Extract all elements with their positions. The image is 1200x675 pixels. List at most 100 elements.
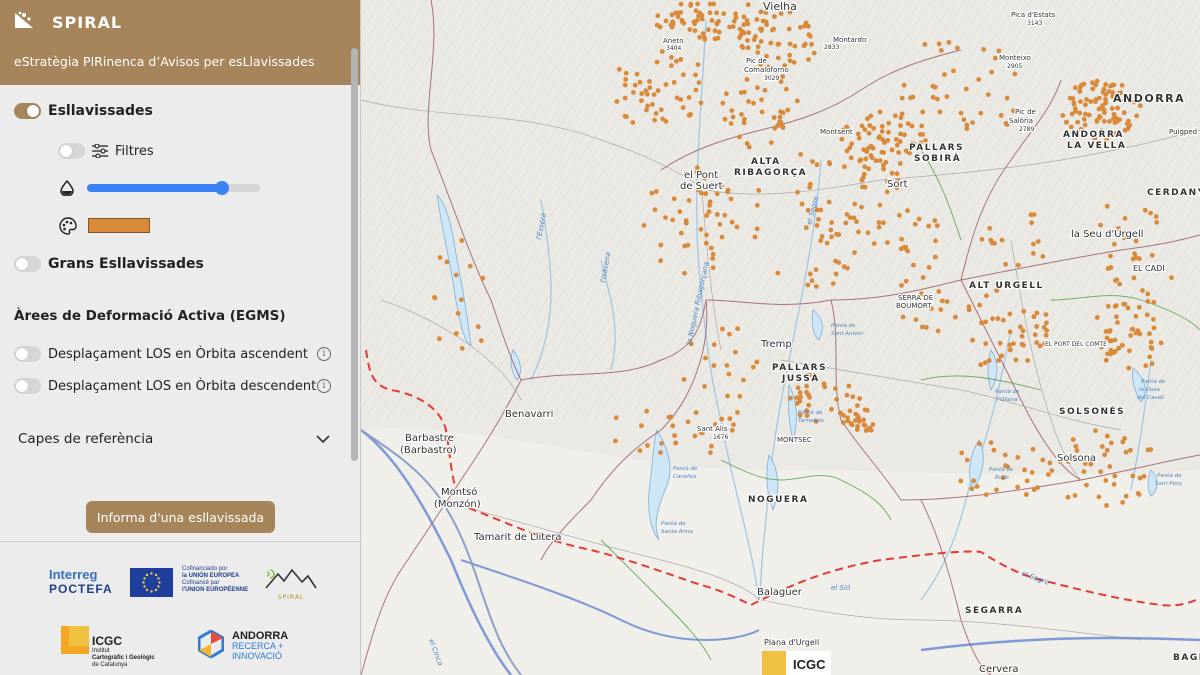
landslide-point[interactable] <box>1149 252 1155 258</box>
landslide-point[interactable] <box>658 258 663 264</box>
landslide-point[interactable] <box>1000 317 1006 323</box>
landslide-point[interactable] <box>1018 324 1023 330</box>
landslide-point[interactable] <box>639 98 644 103</box>
landslide-point[interactable] <box>707 10 713 16</box>
landslide-point[interactable] <box>707 199 713 205</box>
landslide-point[interactable] <box>803 225 809 231</box>
landslide-point[interactable] <box>1104 433 1110 439</box>
landslide-point[interactable] <box>868 153 874 158</box>
landslide-point[interactable] <box>645 103 650 109</box>
landslide-point[interactable] <box>721 11 727 16</box>
landslide-point[interactable] <box>1021 308 1027 314</box>
landslide-point[interactable] <box>660 116 666 122</box>
landslide-point[interactable] <box>942 72 947 77</box>
landslide-point[interactable] <box>649 190 655 196</box>
landslide-point[interactable] <box>787 41 793 47</box>
landslide-point[interactable] <box>1098 469 1104 474</box>
landslide-point[interactable] <box>459 238 465 243</box>
landslide-point[interactable] <box>964 457 970 463</box>
landslide-point[interactable] <box>630 120 636 125</box>
landslide-point[interactable] <box>833 271 839 277</box>
landslide-point[interactable] <box>992 55 998 61</box>
landslide-point[interactable] <box>1158 340 1164 346</box>
landslide-point[interactable] <box>813 284 819 289</box>
landslide-point[interactable] <box>935 328 941 334</box>
landslide-point[interactable] <box>703 240 709 246</box>
landslide-point[interactable] <box>696 13 701 19</box>
landslide-point[interactable] <box>613 415 619 421</box>
landslide-point[interactable] <box>1123 449 1129 455</box>
landslide-point[interactable] <box>755 50 761 55</box>
landslide-point[interactable] <box>1133 313 1139 319</box>
landslide-point[interactable] <box>841 413 846 418</box>
landslide-point[interactable] <box>846 383 852 389</box>
landslide-point[interactable] <box>828 227 834 233</box>
landslide-point[interactable] <box>1131 275 1137 281</box>
landslide-point[interactable] <box>1028 212 1034 218</box>
landslide-point[interactable] <box>934 223 940 229</box>
landslide-point[interactable] <box>1144 312 1150 318</box>
landslide-point[interactable] <box>886 120 892 126</box>
landslide-point[interactable] <box>844 148 850 154</box>
landslide-point[interactable] <box>1126 365 1132 371</box>
landslide-point[interactable] <box>829 234 834 240</box>
landslide-point[interactable] <box>1078 99 1083 104</box>
landslide-point[interactable] <box>716 29 722 35</box>
landslide-point[interactable] <box>651 92 657 97</box>
landslide-point[interactable] <box>613 438 618 444</box>
landslide-point[interactable] <box>1098 222 1103 228</box>
landslide-point[interactable] <box>1108 253 1113 259</box>
landslide-point[interactable] <box>861 171 867 177</box>
landslide-point[interactable] <box>944 94 950 99</box>
landslide-point[interactable] <box>814 223 820 228</box>
landslide-point[interactable] <box>623 70 629 76</box>
landslide-point[interactable] <box>711 342 717 348</box>
landslide-point[interactable] <box>1142 207 1148 213</box>
landslide-point[interactable] <box>714 10 719 16</box>
landslide-point[interactable] <box>641 223 647 228</box>
landslide-point[interactable] <box>1112 241 1117 247</box>
landslide-point[interactable] <box>920 109 926 115</box>
landslide-point[interactable] <box>729 108 735 113</box>
landslide-point[interactable] <box>1113 303 1119 309</box>
landslide-point[interactable] <box>687 112 692 118</box>
landslide-point[interactable] <box>1103 478 1109 483</box>
landslide-point[interactable] <box>854 219 859 225</box>
landslide-point[interactable] <box>1136 304 1142 310</box>
landslide-point[interactable] <box>986 358 992 363</box>
landslide-point[interactable] <box>1073 85 1078 90</box>
landslide-point[interactable] <box>659 441 664 446</box>
landslide-point[interactable] <box>913 317 919 322</box>
landslide-point[interactable] <box>725 393 730 399</box>
landslide-point[interactable] <box>724 363 730 368</box>
landslide-point[interactable] <box>996 48 1002 54</box>
landslide-point[interactable] <box>671 196 677 202</box>
landslide-point[interactable] <box>870 145 876 151</box>
landslide-point[interactable] <box>1094 315 1100 320</box>
landslide-point[interactable] <box>759 97 764 103</box>
landslide-point[interactable] <box>1108 265 1114 270</box>
landslide-point[interactable] <box>647 79 652 84</box>
landslide-point[interactable] <box>855 403 860 408</box>
landslide-point[interactable] <box>708 450 713 455</box>
landslide-point[interactable] <box>728 121 734 126</box>
landslide-point[interactable] <box>896 150 901 155</box>
landslide-point[interactable] <box>1107 464 1113 469</box>
landslide-point[interactable] <box>1030 446 1036 452</box>
landslide-point[interactable] <box>762 87 768 93</box>
landslide-point[interactable] <box>1068 124 1074 130</box>
landslide-point[interactable] <box>729 427 735 433</box>
landslide-point[interactable] <box>892 113 898 119</box>
landslide-point[interactable] <box>670 19 676 25</box>
landslide-point[interactable] <box>807 271 813 277</box>
landslide-point[interactable] <box>754 202 760 208</box>
landslide-point[interactable] <box>1103 82 1109 87</box>
landslide-point[interactable] <box>670 423 676 429</box>
egms-descending-info-icon[interactable]: i <box>317 379 331 393</box>
landslide-point[interactable] <box>938 307 944 312</box>
landslide-point[interactable] <box>1012 71 1018 77</box>
landslide-point[interactable] <box>979 320 984 326</box>
landslide-point[interactable] <box>1145 299 1151 304</box>
landslide-point[interactable] <box>827 161 833 167</box>
large-landslides-toggle[interactable] <box>14 256 41 272</box>
